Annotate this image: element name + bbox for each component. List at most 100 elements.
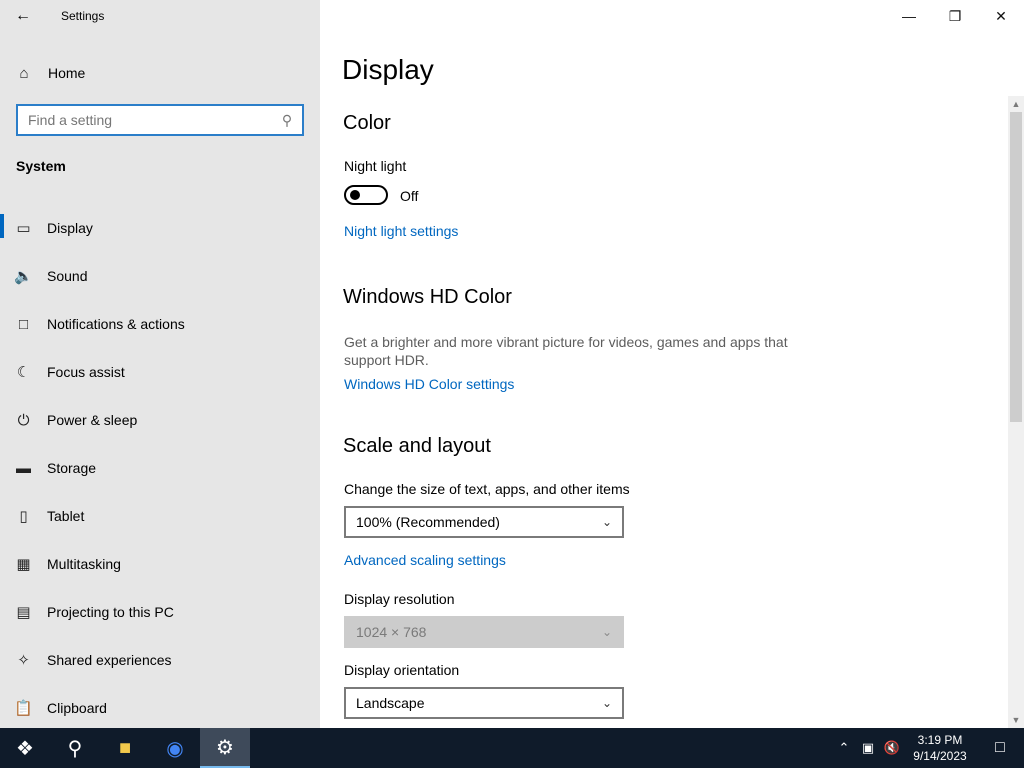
chevron-down-icon: ⌄: [601, 696, 612, 710]
minimize-icon: —: [902, 8, 916, 24]
sidebar: ← Settings ⌂ Home ⚲ System ▭ Display 🔈 S…: [0, 0, 320, 728]
taskbar-search-button[interactable]: ⚲: [50, 728, 100, 768]
sidebar-item-clipboard[interactable]: 📋 Clipboard: [0, 684, 320, 732]
resolution-value: 1024 × 768: [356, 624, 427, 640]
sidebar-item-label: Tablet: [47, 508, 85, 524]
sidebar-item-sound[interactable]: 🔈 Sound: [0, 252, 320, 300]
home-nav-item[interactable]: ⌂ Home: [0, 56, 320, 90]
tablet-icon: ▯: [19, 508, 28, 525]
night-light-state: Off: [400, 188, 419, 204]
scroll-up-icon[interactable]: ▲: [1008, 96, 1024, 112]
settings-taskbar-button[interactable]: ⚙: [200, 728, 250, 768]
sidebar-item-label: Shared experiences: [47, 652, 172, 668]
night-light-toggle[interactable]: [344, 185, 388, 205]
page-title: Display: [342, 54, 434, 85]
advanced-scaling-link[interactable]: Advanced scaling settings: [344, 552, 506, 568]
group-heading: System: [16, 158, 66, 174]
sidebar-item-tablet[interactable]: ▯ Tablet: [0, 492, 320, 540]
section-title-hd-color: Windows HD Color: [343, 286, 512, 308]
orientation-label: Display orientation: [344, 662, 460, 678]
scale-value: 100% (Recommended): [356, 514, 500, 530]
system-tray: ⌃ ▣ 🔇 3:19 PM 9/14/2023 □: [832, 728, 1024, 768]
sidebar-item-label: Sound: [47, 268, 88, 284]
hd-color-settings-link[interactable]: Windows HD Color settings: [344, 376, 514, 392]
projecting-icon: ▤: [16, 604, 31, 621]
clock-date: 9/14/2023: [913, 749, 967, 763]
scroll-thumb[interactable]: [1010, 112, 1022, 422]
restore-button[interactable]: ❐: [932, 0, 978, 32]
night-light-label: Night light: [344, 158, 407, 174]
app-title: Settings: [61, 9, 105, 23]
search-input[interactable]: [18, 112, 272, 128]
network-icon[interactable]: ▣: [856, 740, 880, 756]
scale-dropdown[interactable]: 100% (Recommended) ⌄: [344, 506, 624, 538]
resolution-dropdown: 1024 × 768 ⌄: [344, 616, 624, 648]
start-icon: ❖: [16, 737, 34, 760]
sidebar-item-label: Storage: [47, 460, 97, 476]
orientation-dropdown[interactable]: Landscape ⌄: [344, 687, 624, 719]
sidebar-item-multitasking[interactable]: ▦ Multitasking: [0, 540, 320, 588]
sidebar-item-label: Display: [47, 220, 93, 236]
clock-time: 3:19 PM: [917, 733, 963, 747]
sidebar-item-projecting[interactable]: ▤ Projecting to this PC: [0, 588, 320, 636]
clipboard-icon: 📋: [14, 700, 33, 717]
search-icon[interactable]: ⚲: [272, 112, 302, 129]
moon-icon: ☾: [16, 364, 31, 381]
chrome-button[interactable]: ◉: [150, 728, 200, 768]
sidebar-item-power-sleep[interactable]: ⏻ Power & sleep: [0, 396, 320, 444]
sidebar-item-notifications[interactable]: □ Notifications & actions: [0, 300, 320, 348]
arrow-left-icon: ←: [15, 7, 31, 24]
search-icon: ⚲: [67, 737, 83, 760]
sidebar-item-label: Clipboard: [47, 700, 107, 716]
window-controls: — ❐ ✕: [886, 0, 1024, 32]
home-icon: ⌂: [19, 64, 29, 82]
sidebar-item-label: Power & sleep: [47, 412, 138, 428]
orientation-value: Landscape: [356, 695, 425, 711]
close-button[interactable]: ✕: [978, 0, 1024, 32]
taskbar: ❖ ⚲ ■ ◉ ⚙ ⌃ ▣ 🔇 3:19 PM 9/14/2023 □: [0, 728, 1024, 768]
monitor-icon: ▭: [16, 220, 31, 237]
settings-icon: ⚙: [216, 736, 234, 759]
sidebar-item-focus-assist[interactable]: ☾ Focus assist: [0, 348, 320, 396]
close-icon: ✕: [995, 7, 1007, 24]
size-label: Change the size of text, apps, and other…: [344, 481, 630, 497]
sidebar-item-label: Projecting to this PC: [47, 604, 174, 620]
file-explorer-button[interactable]: ■: [100, 728, 150, 768]
chevron-down-icon: ⌄: [601, 625, 612, 639]
sidebar-item-shared-experiences[interactable]: ✧ Shared experiences: [0, 636, 320, 684]
home-label: Home: [48, 65, 86, 81]
chevron-down-icon: ⌄: [601, 515, 612, 529]
chevron-up-icon[interactable]: ⌃: [832, 740, 856, 756]
storage-icon: ▬: [16, 459, 31, 477]
notification-icon: □: [18, 315, 29, 333]
multitasking-icon: ▦: [16, 556, 31, 573]
volume-muted-icon[interactable]: 🔇: [880, 740, 904, 756]
sidebar-item-label: Focus assist: [47, 364, 125, 380]
restore-icon: ❐: [948, 7, 962, 24]
resolution-label: Display resolution: [344, 591, 455, 607]
back-button[interactable]: ←: [0, 0, 46, 32]
toggle-knob: [350, 190, 360, 200]
section-title-scale: Scale and layout: [343, 435, 491, 457]
chrome-icon: ◉: [166, 737, 184, 760]
start-button[interactable]: ❖: [0, 728, 50, 768]
nav-list: ▭ Display 🔈 Sound □ Notifications & acti…: [0, 204, 320, 732]
shared-icon: ✧: [17, 652, 30, 669]
hd-color-description: Get a brighter and more vibrant picture …: [344, 334, 788, 368]
search-box[interactable]: ⚲: [16, 104, 304, 136]
clock[interactable]: 3:19 PM 9/14/2023: [904, 732, 976, 764]
title-bar: ← Settings: [0, 0, 320, 32]
sidebar-item-label: Notifications & actions: [47, 316, 185, 332]
speaker-icon: 🔈: [14, 268, 33, 285]
sidebar-item-label: Multitasking: [47, 556, 121, 572]
file-explorer-icon: ■: [118, 736, 132, 759]
vertical-scrollbar[interactable]: ▲ ▼: [1008, 96, 1024, 728]
power-icon: ⏻: [17, 411, 30, 429]
sidebar-item-storage[interactable]: ▬ Storage: [0, 444, 320, 492]
sidebar-item-display[interactable]: ▭ Display: [0, 204, 320, 252]
section-title-color: Color: [343, 112, 391, 134]
minimize-button[interactable]: —: [886, 0, 932, 32]
scroll-down-icon[interactable]: ▼: [1008, 712, 1024, 728]
night-light-settings-link[interactable]: Night light settings: [344, 223, 458, 239]
notification-center-icon[interactable]: □: [976, 739, 1024, 757]
